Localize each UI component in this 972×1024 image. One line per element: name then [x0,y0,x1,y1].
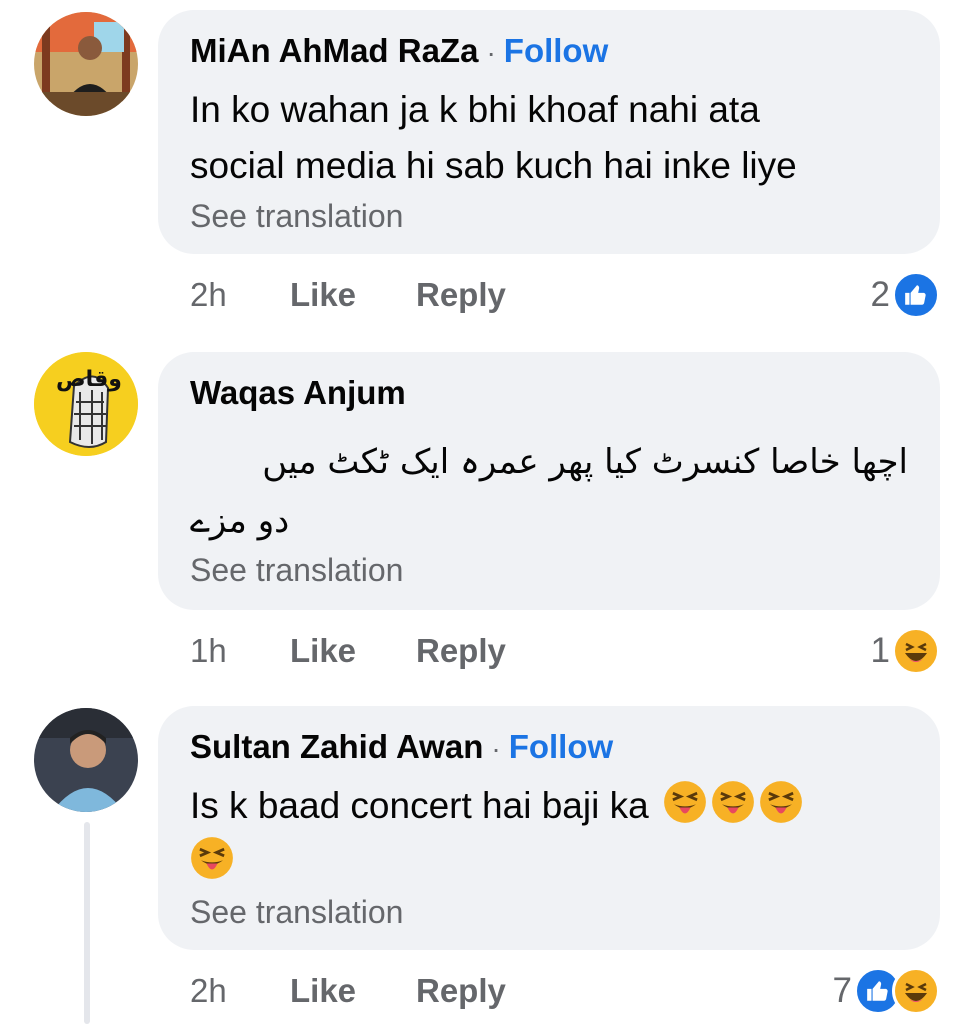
author-name[interactable]: Waqas Anjum [190,374,406,412]
separator-dot: · [491,733,501,764]
like-button[interactable]: Like [290,972,416,1010]
timestamp[interactable]: 2h [190,276,290,314]
comment-text-line-2 [190,834,908,890]
comment-actions: 1h Like Reply [190,626,506,676]
comment-actions: 2h Like Reply [190,270,506,320]
reply-button[interactable]: Reply [416,972,506,1010]
timestamp[interactable]: 1h [190,632,290,670]
reply-button[interactable]: Reply [416,276,506,314]
avatar[interactable] [34,12,138,116]
author-name[interactable]: MiAn AhMad RaZa [190,32,478,70]
comment-actions: 2h Like Reply [190,966,506,1016]
thread-line [84,822,90,1024]
comment-bubble: Sultan Zahid Awan · Follow Is k baad con… [158,706,940,950]
see-translation-link[interactable]: See translation [190,894,908,931]
reaction-summary[interactable]: 7 [833,966,940,1016]
haha-icon [892,967,940,1015]
squinting-tongue-emoji-icon [711,780,755,824]
haha-icon [892,627,940,675]
reaction-count: 7 [832,971,852,1010]
avatar[interactable] [34,708,138,812]
comment-text-line-2: social media hi sab kuch hai inke liye [190,145,797,186]
timestamp[interactable]: 2h [190,972,290,1010]
squinting-tongue-emoji-icon [663,780,707,824]
reaction-summary[interactable]: 1 [871,626,940,676]
comment-text-line-2: دو مزے [190,501,290,541]
comment-bubble: Waqas Anjum اچھا خاصا کنسرٹ کیا پھر عمرہ… [158,352,940,610]
comment-text-line-1: In ko wahan ja k bhi khoaf nahi ata [190,89,760,130]
see-translation-link[interactable]: See translation [190,552,908,589]
author-name[interactable]: Sultan Zahid Awan [190,728,483,766]
reaction-summary[interactable]: 2 [871,270,940,320]
see-translation-link[interactable]: See translation [190,198,908,235]
avatar[interactable]: وقاص [34,352,138,456]
like-button[interactable]: Like [290,276,416,314]
reaction-count: 1 [870,631,890,670]
comment-text-line-1: اچھا خاصا کنسرٹ کیا پھر عمرہ ایک ٹکٹ میں [262,442,908,482]
comment-bubble: MiAn AhMad RaZa · Follow In ko wahan ja … [158,10,940,254]
follow-button[interactable]: Follow [504,32,608,70]
follow-button[interactable]: Follow [509,728,613,766]
avatar-text: وقاص [56,367,122,392]
like-button[interactable]: Like [290,632,416,670]
reaction-count: 2 [870,275,890,314]
reply-button[interactable]: Reply [416,632,506,670]
comment-text-content: Is k baad concert hai baji ka [190,785,649,826]
like-icon [892,271,940,319]
squinting-tongue-emoji-icon [759,780,803,824]
comment-text: Is k baad concert hai baji ka [190,778,908,834]
squinting-tongue-emoji-icon [190,836,234,880]
separator-dot: · [486,37,496,68]
